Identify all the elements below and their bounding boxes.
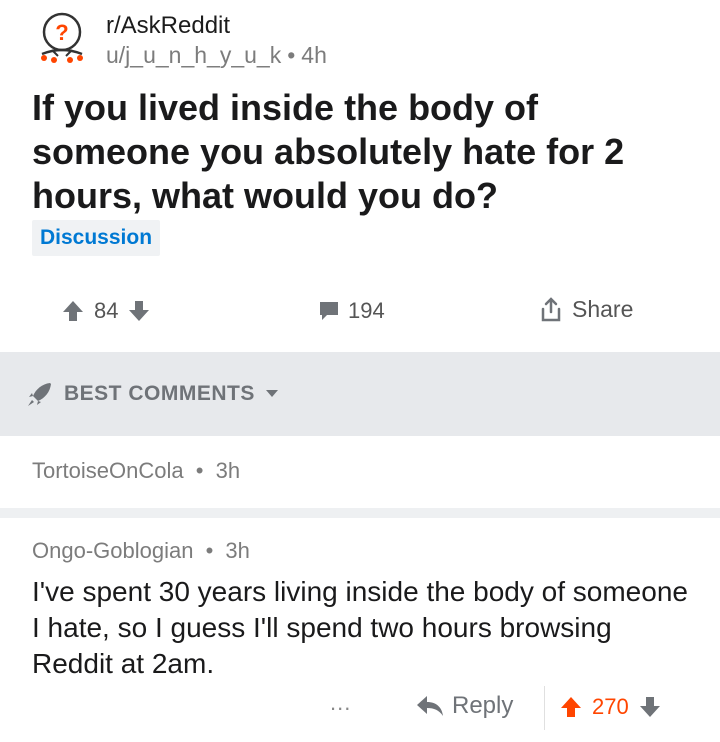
share-label: Share <box>572 296 634 322</box>
post-author[interactable]: u/j_u_n_h_y_u_k <box>106 42 281 68</box>
svg-text:?: ? <box>55 20 68 45</box>
sort-label: BEST COMMENTS <box>64 382 255 405</box>
comment-action-bar: ... Reply 270 <box>0 686 720 732</box>
post-score: 84 <box>94 298 119 323</box>
comment-age: 3h <box>225 538 250 563</box>
post-age: 4h <box>301 42 327 68</box>
comments-count: 194 <box>348 298 385 323</box>
post-action-bar: 84 194 Share <box>0 290 720 340</box>
comment-bubble-icon <box>320 302 338 320</box>
post-meta: u/j_u_n_h_y_u_k • 4h <box>106 42 327 69</box>
reply-label: Reply <box>452 692 514 719</box>
subreddit-name[interactable]: r/AskReddit <box>106 12 230 40</box>
post-vote-group: 84 <box>62 298 150 324</box>
meta-separator: • <box>287 42 296 68</box>
post-title[interactable]: If you lived inside the body of someone … <box>32 86 692 218</box>
comment-sort-bar: BEST COMMENTS <box>0 352 720 436</box>
reply-arrow-icon <box>417 696 443 716</box>
comment-meta: Ongo-Goblogian • 3h <box>32 538 250 564</box>
more-options-button[interactable]: ... <box>330 690 351 716</box>
comment-score: 270 <box>592 694 629 719</box>
action-separator <box>544 686 545 730</box>
comment-separator: • <box>205 538 214 563</box>
comment-author[interactable]: TortoiseOnCola <box>32 458 184 483</box>
reply-button[interactable]: Reply <box>416 692 513 720</box>
chevron-down-icon <box>265 390 278 397</box>
comment-divider <box>0 508 720 518</box>
upvote-arrow-icon[interactable] <box>62 300 84 322</box>
share-icon <box>541 296 561 321</box>
comment-author[interactable]: Ongo-Goblogian <box>32 538 193 563</box>
downvote-arrow-icon[interactable] <box>639 696 661 718</box>
upvote-arrow-icon[interactable] <box>560 696 582 718</box>
subreddit-icon[interactable]: ? <box>34 10 90 66</box>
post-flair[interactable]: Discussion <box>32 220 161 256</box>
comment-meta: TortoiseOnCola • 3h <box>32 458 240 484</box>
downvote-arrow-icon[interactable] <box>128 300 150 322</box>
comment-separator: • <box>195 458 204 483</box>
comment-age: 3h <box>215 458 241 483</box>
rocket-icon <box>28 383 51 406</box>
sort-dropdown[interactable]: BEST COMMENTS <box>26 380 279 408</box>
post-header: ? r/AskReddit u/j_u_n_h_y_u_k • 4h <box>34 8 694 68</box>
comments-button[interactable]: 194 <box>318 298 385 324</box>
comment-vote-group: 270 <box>560 694 661 720</box>
comment-body: I've spent 30 years living inside the bo… <box>32 576 688 679</box>
share-button[interactable]: Share <box>538 296 633 323</box>
